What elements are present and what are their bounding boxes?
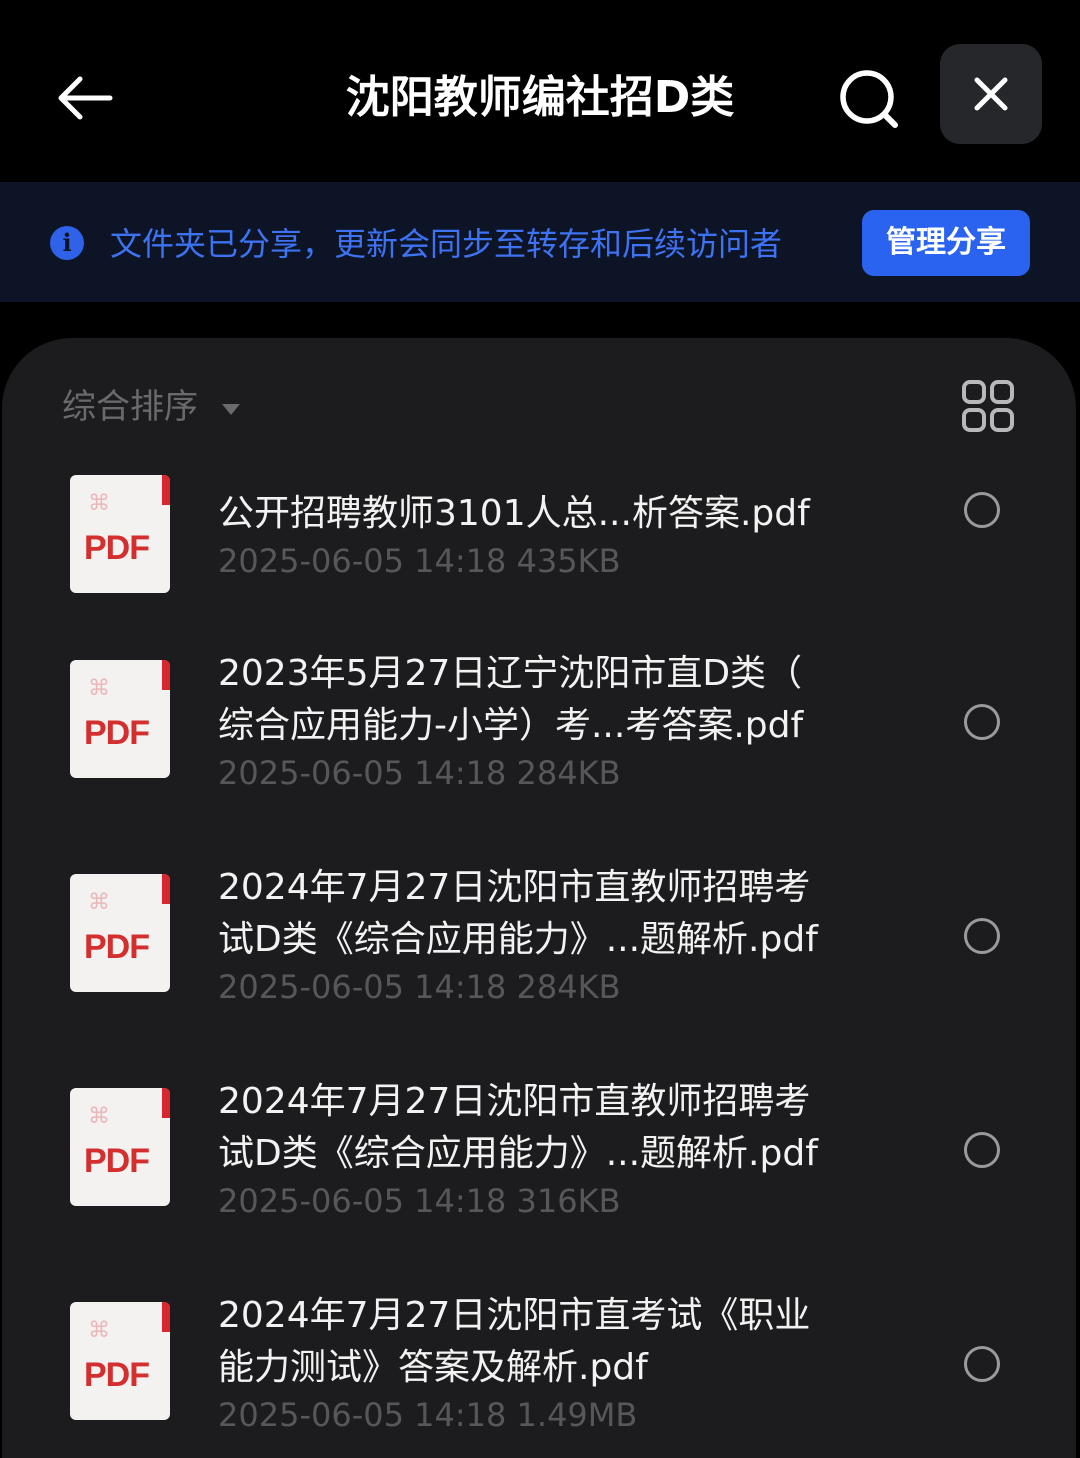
select-radio[interactable] <box>964 492 1000 528</box>
sort-label: 综合排序 <box>62 387 198 427</box>
file-name-line-1: 2023年5月27日辽宁沈阳市直D类（ <box>218 653 803 694</box>
select-radio[interactable] <box>964 1346 1000 1382</box>
sort-dropdown[interactable]: 综合排序 <box>62 382 240 432</box>
list-item[interactable]: ⌘ PDF 2024年7月27日沈阳市直考试《职业 能力测试》答案及解析.pdf… <box>2 1278 1076 1456</box>
pdf-corner <box>162 475 170 505</box>
grid-view-button[interactable] <box>960 378 1016 434</box>
file-name: 2024年7月27日沈阳市直教师招聘考 试D类《综合应用能力》...题解析.pd… <box>218 1076 878 1180</box>
file-name-line-2: 公开招聘教师3101人总...析答案.pdf <box>218 493 810 534</box>
pdf-file-icon: ⌘ PDF <box>70 660 170 778</box>
file-type-label: PDF <box>84 1356 150 1394</box>
acrobat-icon: ⌘ <box>88 1104 110 1129</box>
file-name-line-2: 综合应用能力-小学）考...考答案.pdf <box>218 705 804 746</box>
search-icon <box>840 70 898 128</box>
acrobat-icon: ⌘ <box>88 1318 110 1343</box>
arrow-left-icon <box>58 76 113 120</box>
pdf-file-icon: ⌘ PDF <box>70 1302 170 1420</box>
file-type-label: PDF <box>84 1142 150 1180</box>
file-name: 2024年7月27日沈阳市直考试《职业 能力测试》答案及解析.pdf <box>218 1290 878 1394</box>
top-bar: 沈阳教师编社招D类 <box>0 0 1080 180</box>
select-radio[interactable] <box>964 1132 1000 1168</box>
file-meta: 2025-06-05 14:18 284KB <box>218 754 621 792</box>
pdf-corner <box>162 660 170 690</box>
list-item[interactable]: ⌘ PDF 2024年7月27日沈阳市直教师招聘考 试D类《综合应用能力》...… <box>2 850 1076 1064</box>
file-name: 2024年7月27日沈阳市直教师招聘考 试D类《综合应用能力》...题解析.pd… <box>218 862 878 966</box>
file-list: ⌘ PDF 公开招聘教师3101人总...析答案.pdf 2025-06-05 … <box>2 456 1076 1456</box>
acrobat-icon: ⌘ <box>88 890 110 915</box>
file-meta: 2025-06-05 14:18 316KB <box>218 1182 621 1220</box>
close-button[interactable] <box>940 44 1042 144</box>
grid-view-icon <box>962 380 1014 432</box>
pdf-file-icon: ⌘ PDF <box>70 475 170 593</box>
manage-share-button[interactable]: 管理分享 <box>862 210 1030 276</box>
file-name-line-1: 2024年7月27日沈阳市直教师招聘考 <box>218 1081 811 1122</box>
share-status-message: 文件夹已分享，更新会同步至转存和后续访问者 <box>110 225 783 263</box>
file-meta: 2025-06-05 14:18 435KB <box>218 542 621 580</box>
file-name-line-2: 试D类《综合应用能力》...题解析.pdf <box>218 1133 818 1174</box>
pdf-corner <box>162 1088 170 1118</box>
file-name-line-2: 能力测试》答案及解析.pdf <box>218 1347 648 1388</box>
search-button[interactable] <box>826 56 912 142</box>
list-item[interactable]: ⌘ PDF 2023年5月27日辽宁沈阳市直D类（ 综合应用能力-小学）考...… <box>2 636 1076 850</box>
file-name: 2023年5月27日辽宁沈阳市直D类（ 综合应用能力-小学）考...考答案.pd… <box>218 648 878 752</box>
pdf-file-icon: ⌘ PDF <box>70 874 170 992</box>
pdf-corner <box>162 1302 170 1332</box>
info-icon: i <box>50 226 84 260</box>
file-meta: 2025-06-05 14:18 1.49MB <box>218 1396 638 1434</box>
file-name: 公开招聘教师3101人总...析答案.pdf <box>218 488 878 540</box>
file-name-line-1: 2024年7月27日沈阳市直考试《职业 <box>218 1295 811 1336</box>
back-button[interactable] <box>44 58 124 138</box>
file-type-label: PDF <box>84 928 150 966</box>
file-meta: 2025-06-05 14:18 284KB <box>218 968 621 1006</box>
acrobat-icon: ⌘ <box>88 676 110 701</box>
caret-down-icon <box>222 403 240 415</box>
list-item[interactable]: ⌘ PDF 公开招聘教师3101人总...析答案.pdf 2025-06-05 … <box>2 456 1076 593</box>
pdf-corner <box>162 874 170 904</box>
select-radio[interactable] <box>964 918 1000 954</box>
list-item[interactable]: ⌘ PDF 2024年7月27日沈阳市直教师招聘考 试D类《综合应用能力》...… <box>2 1064 1076 1278</box>
close-icon <box>974 77 1008 111</box>
file-type-label: PDF <box>84 529 150 567</box>
file-name-line-2: 试D类《综合应用能力》...题解析.pdf <box>218 919 818 960</box>
page-title: 沈阳教师编社招D类 <box>345 72 735 123</box>
select-radio[interactable] <box>964 704 1000 740</box>
file-list-panel: 综合排序 ⌘ PDF 公开招聘教师3101人总...析答案.pdf 2025-0… <box>2 338 1076 1458</box>
acrobat-icon: ⌘ <box>88 491 110 516</box>
file-name-line-1: 2024年7月27日沈阳市直教师招聘考 <box>218 867 811 908</box>
file-type-label: PDF <box>84 714 150 752</box>
pdf-file-icon: ⌘ PDF <box>70 1088 170 1206</box>
